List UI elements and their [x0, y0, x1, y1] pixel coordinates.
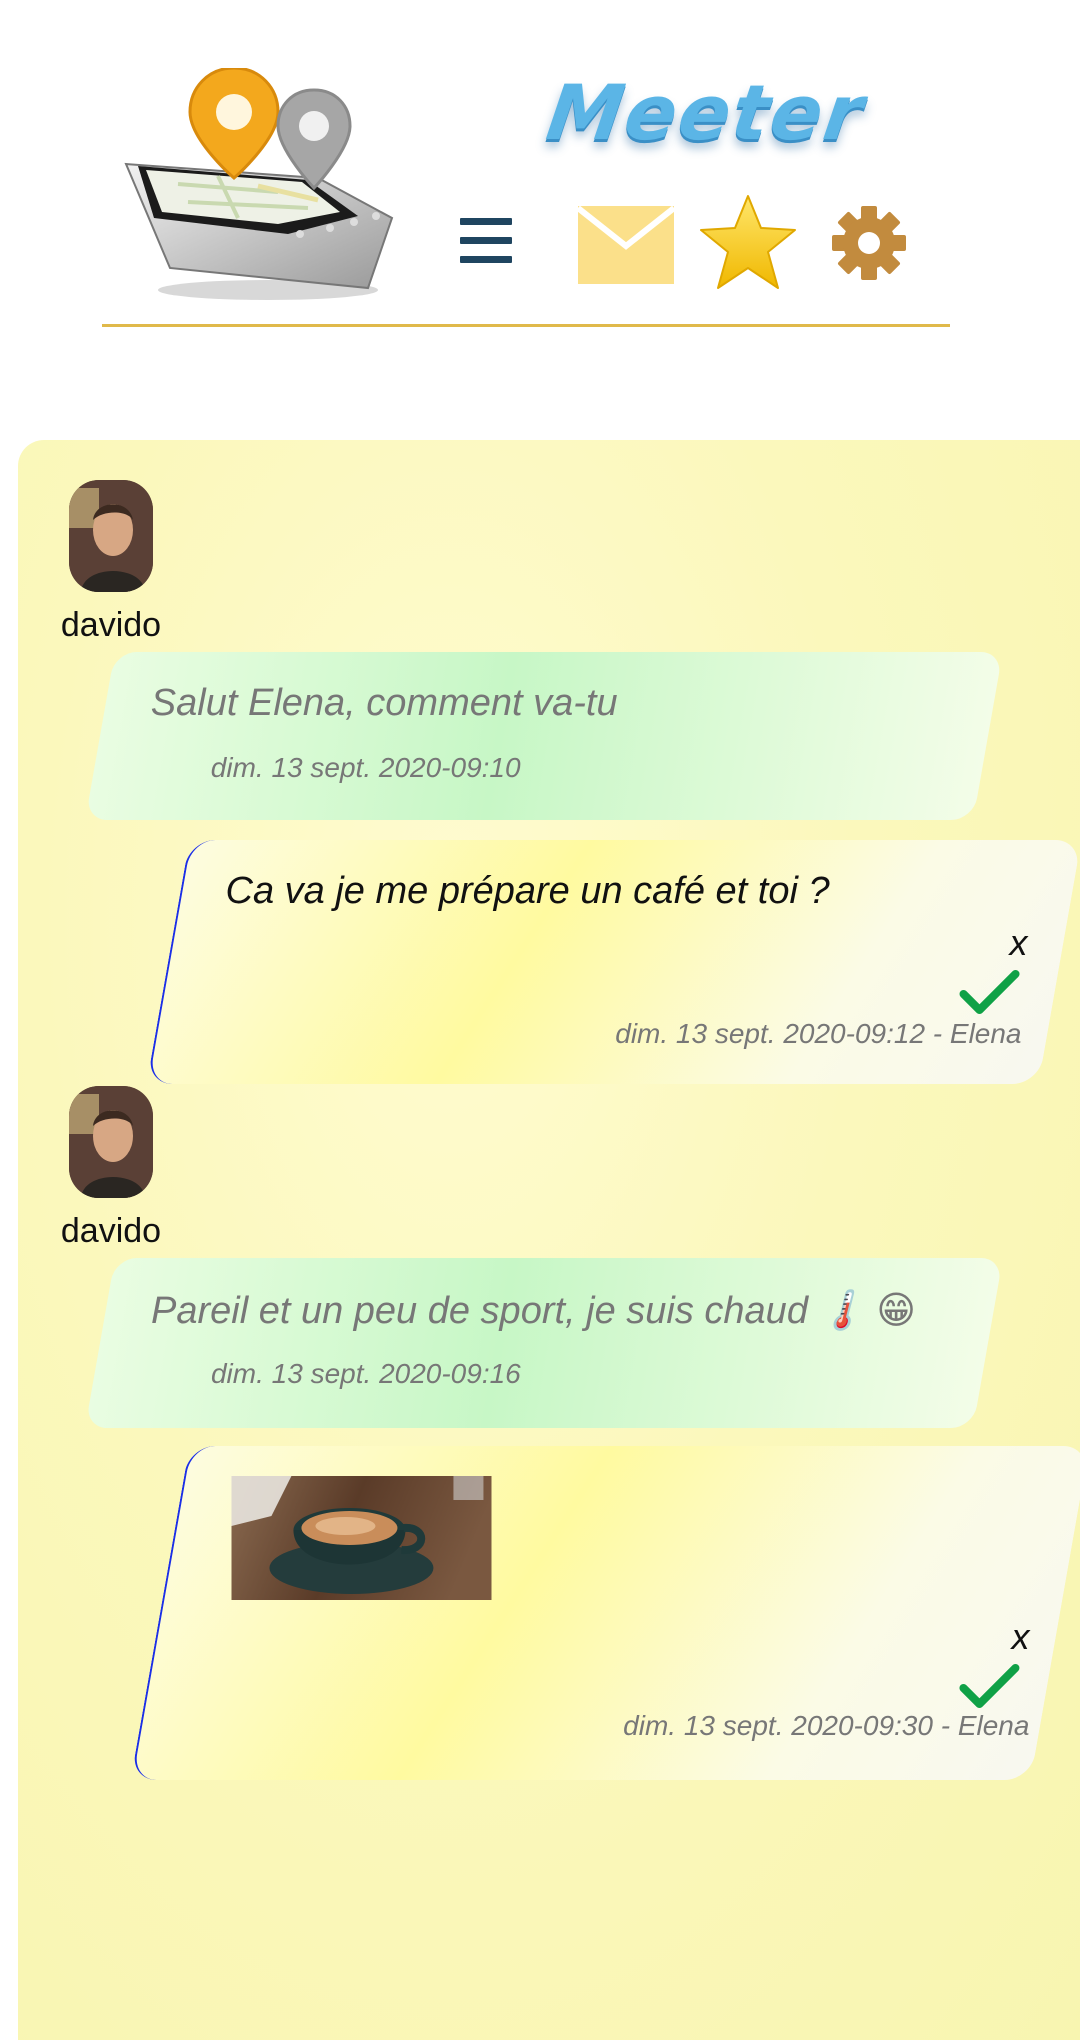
sent-message: x dim. 13 sept. 2020-09:30 - Elena: [130, 1446, 1080, 1780]
received-message: Salut Elena, comment va-tu dim. 13 sept.…: [85, 652, 1003, 820]
message-timestamp: dim. 13 sept. 2020-09:30 - Elena: [623, 1710, 1030, 1741]
gear-icon[interactable]: [832, 206, 906, 280]
app-logo-phone-icon: [124, 68, 394, 300]
message-text: Pareil et un peu de sport, je suis chaud…: [150, 1290, 917, 1332]
star-icon[interactable]: [700, 194, 796, 292]
delete-message-button[interactable]: x: [1010, 922, 1028, 964]
message-author: davido: [46, 1086, 176, 1251]
received-message: Pareil et un peu de sport, je suis chaud…: [85, 1258, 1003, 1428]
read-checkmark-icon: [959, 970, 1020, 1014]
app-header: Meeter: [0, 0, 1080, 340]
delete-message-button[interactable]: x: [1011, 1616, 1029, 1658]
avatar[interactable]: [69, 1086, 153, 1198]
sent-message: Ca va je me prépare un café et toi ? x d…: [146, 840, 1080, 1084]
message-text: Ca va je me prépare un café et toi ?: [225, 870, 830, 912]
message-timestamp: dim. 13 sept. 2020-09:16: [210, 1358, 521, 1389]
read-checkmark-icon: [959, 1664, 1020, 1708]
mail-icon[interactable]: [578, 206, 674, 284]
avatar[interactable]: [69, 480, 153, 592]
header-divider: [102, 324, 950, 327]
author-name: davido: [60, 1212, 162, 1250]
menu-icon[interactable]: [460, 218, 512, 268]
message-timestamp: dim. 13 sept. 2020-09:10: [210, 752, 521, 783]
message-author: davido: [46, 480, 176, 645]
app-title: Meeter: [541, 68, 871, 157]
message-timestamp: dim. 13 sept. 2020-09:12 - Elena: [615, 1018, 1022, 1049]
coffee-photo[interactable]: [231, 1476, 492, 1600]
author-name: davido: [60, 606, 162, 644]
message-text: Salut Elena, comment va-tu: [150, 682, 618, 724]
